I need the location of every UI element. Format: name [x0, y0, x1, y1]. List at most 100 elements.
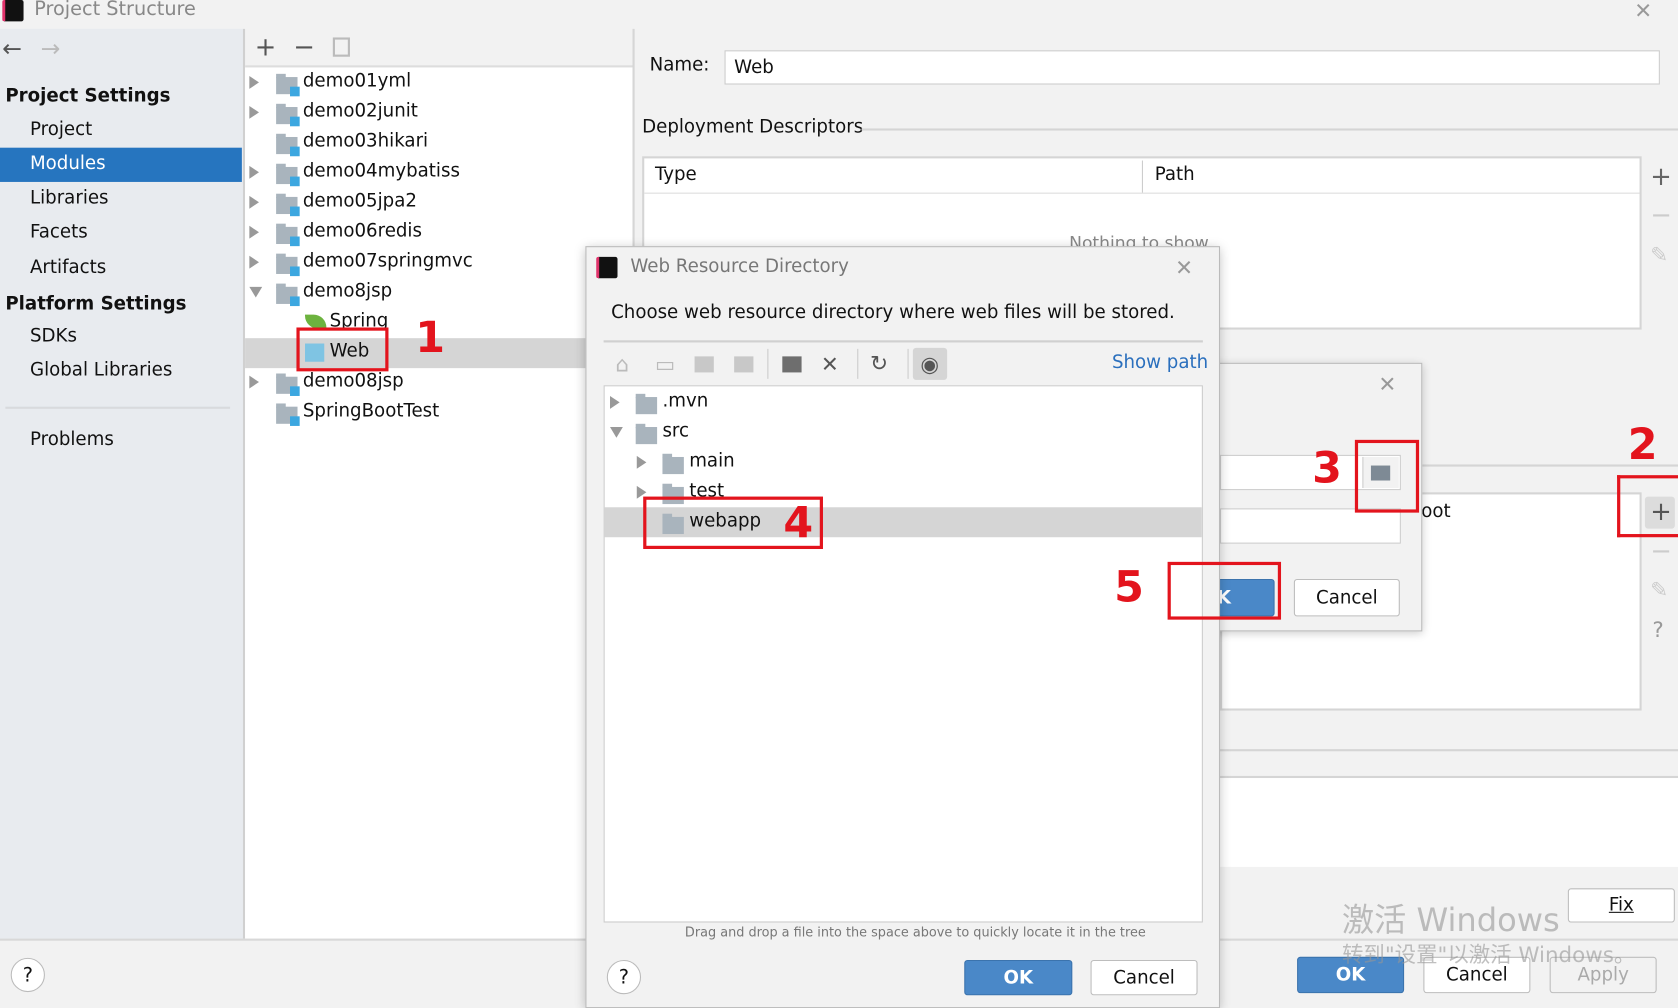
tree-label: main [689, 450, 735, 472]
delete-icon[interactable]: ✕ [821, 353, 839, 374]
back-arrow-icon[interactable]: ← [2, 38, 22, 63]
close-icon[interactable]: ✕ [1634, 0, 1652, 21]
tree-label: demo05jpa2 [302, 190, 417, 212]
divider [1141, 160, 1143, 193]
new-folder-icon[interactable] [782, 356, 802, 373]
sidebar-item-facets[interactable]: Facets [30, 223, 88, 242]
watermark-line2: 转到"设置"以激活 Windows。 [1342, 941, 1636, 968]
expand-icon[interactable] [249, 105, 259, 119]
divider [907, 348, 909, 379]
add-descriptor-icon[interactable]: + [1650, 164, 1672, 190]
dialog-cancel-button[interactable]: Cancel [1090, 959, 1198, 996]
section-project-settings: Project Settings [5, 85, 171, 108]
resource-path-partial: oot [1421, 500, 1451, 523]
divider [1220, 749, 1678, 752]
annotation-box-2 [1617, 475, 1678, 538]
module-folder-icon [276, 103, 300, 127]
sidebar-item-global-libraries[interactable]: Global Libraries [30, 361, 172, 380]
tree-row[interactable]: src [605, 417, 1200, 447]
tree-label: SpringBootTest [302, 400, 440, 422]
module-folder-icon [276, 403, 300, 426]
tree-row[interactable]: demo07springmvc [245, 247, 630, 277]
sidebar-item-problems[interactable]: Problems [30, 431, 114, 449]
name-label: Name: [649, 54, 710, 76]
divider [767, 348, 769, 379]
refresh-icon[interactable]: ↻ [870, 352, 888, 373]
tree-label: demo07springmvc [302, 250, 473, 272]
tree-row[interactable]: demo05jpa2 [245, 187, 630, 217]
spring-leaf-icon [305, 314, 327, 329]
tree-row[interactable]: .mvn [605, 387, 1200, 417]
sidebar-item-project[interactable]: Project [30, 120, 92, 139]
annotation-number-4: 4 [783, 498, 814, 548]
tree-row[interactable]: main [605, 447, 1200, 477]
annotation-number-5: 5 [1114, 562, 1144, 613]
tree-row[interactable]: demo03hikari [245, 127, 630, 157]
remove-icon[interactable]: − [293, 34, 315, 60]
expand-icon[interactable] [610, 395, 620, 409]
expand-icon[interactable] [249, 375, 259, 389]
sidebar-item-sdks[interactable]: SDKs [30, 327, 77, 345]
section-platform-settings: Platform Settings [5, 293, 187, 315]
column-path[interactable]: Path [1155, 165, 1195, 184]
project-folder-icon [694, 356, 714, 373]
folder-icon [662, 453, 684, 475]
expand-icon[interactable] [249, 255, 259, 269]
sidebar-item-libraries[interactable]: Libraries [30, 189, 109, 207]
tree-label: demo08jsp [302, 370, 404, 392]
sidebar-item-artifacts[interactable]: Artifacts [30, 258, 106, 277]
tree-row[interactable]: demo06redis [245, 217, 630, 247]
expand-icon[interactable] [249, 195, 259, 209]
expand-icon[interactable] [636, 455, 647, 469]
watermark-line1: 激活 Windows [1342, 902, 1560, 940]
hidden-files-icon: ◉ [920, 351, 940, 377]
expand-icon[interactable] [249, 286, 263, 298]
column-type[interactable]: Type [655, 165, 697, 184]
tree-label: demo01yml [302, 70, 412, 93]
desktop-icon: ▭ [654, 351, 676, 377]
show-path-link[interactable]: Show path [1112, 354, 1208, 372]
tree-row[interactable]: SpringBootTest [245, 397, 630, 427]
annotation-number-2: 2 [1627, 420, 1658, 470]
dialog-title: Web Resource Directory [630, 255, 849, 278]
help-button[interactable]: ? [10, 957, 45, 993]
module-folder-icon [276, 283, 300, 307]
tree-row[interactable]: demo8jsp [245, 277, 630, 307]
dialog-description: Choose web resource directory where web … [611, 301, 1175, 324]
expand-icon[interactable] [249, 165, 259, 179]
expand-icon[interactable] [610, 427, 623, 438]
tree-label: demo06redis [302, 220, 422, 242]
tree-label: demo8jsp [302, 280, 393, 302]
module-folder-icon [276, 253, 300, 277]
divider [603, 340, 1203, 343]
relative-path-input[interactable] [1220, 508, 1401, 544]
annotation-box-1 [296, 327, 389, 372]
annotation-box-5 [1167, 561, 1282, 620]
remove-descriptor-icon: − [1650, 200, 1672, 231]
folder-icon [635, 393, 658, 415]
tree-row[interactable]: demo02junit [245, 97, 630, 127]
remove-icon: − [1650, 536, 1672, 567]
tree-label: src [662, 420, 690, 442]
dialog-ok-button[interactable]: OK [964, 959, 1073, 996]
folder-icon [635, 423, 658, 445]
close-icon[interactable]: ✕ [1378, 373, 1396, 394]
close-icon[interactable]: ✕ [1175, 257, 1193, 278]
expand-icon[interactable] [249, 75, 259, 89]
intellij-logo-icon [596, 256, 618, 279]
module-folder-icon [734, 356, 754, 373]
middle-cancel-button[interactable]: Cancel [1293, 578, 1400, 617]
fix-button[interactable]: Fix [1567, 888, 1675, 923]
tree-row[interactable]: demo08jsp [245, 367, 630, 397]
dialog-help-button[interactable]: ? [606, 959, 642, 995]
name-input[interactable]: Web [724, 50, 1660, 85]
tree-row[interactable]: demo04mybatiss [245, 157, 630, 187]
module-folder-icon [276, 163, 300, 187]
add-icon[interactable]: + [255, 34, 277, 60]
sidebar-item-modules[interactable]: Modules [30, 155, 106, 173]
help-icon[interactable]: ? [1652, 619, 1663, 640]
tree-label: demo04mybatiss [302, 160, 460, 182]
tree-row[interactable]: demo01yml [245, 67, 630, 97]
window-title: Project Structure [34, 0, 196, 21]
expand-icon[interactable] [249, 225, 259, 239]
